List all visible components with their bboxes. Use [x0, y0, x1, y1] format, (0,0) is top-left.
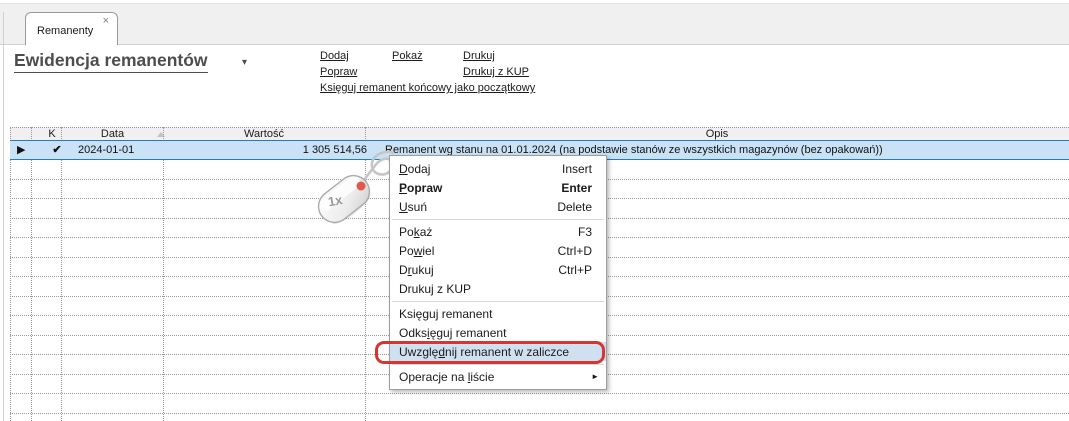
shortcut-label: F3: [577, 224, 592, 239]
shortcut-label: Enter: [561, 180, 592, 195]
tab-close-icon[interactable]: ×: [103, 16, 109, 27]
empty-row: [10, 394, 1069, 414]
link-ksieguj-koncowy[interactable]: Księguj remanent końcowy jako początkowy: [320, 82, 535, 94]
page-title[interactable]: Ewidencja remanentów: [14, 50, 208, 73]
menu-separator: [392, 300, 604, 302]
shortcut-label: Ctrl+P: [558, 262, 592, 277]
row-check-icon: ✔: [52, 144, 62, 156]
menu-separator: [392, 218, 604, 220]
tab-bar: [0, 3, 1069, 45]
link-pokaz[interactable]: Pokaż: [392, 50, 423, 62]
menu-item-odksieguj-remanent[interactable]: Odksięguj remanent: [390, 323, 606, 342]
menu-item-operacje-na-liscie[interactable]: Operacje na liście ►: [390, 367, 606, 386]
menu-separator: [392, 363, 604, 365]
title-dropdown-icon[interactable]: ▾: [242, 57, 247, 68]
link-drukuj-z-kup[interactable]: Drukuj z KUP: [463, 66, 529, 78]
menu-item-drukuj-z-kup[interactable]: Drukuj z KUP: [390, 279, 606, 298]
link-popraw[interactable]: Popraw: [320, 66, 357, 78]
panel-left-border: [3, 12, 4, 421]
menu-item-usun[interactable]: Usuń Delete: [390, 197, 606, 216]
shortcut-label: Ctrl+D: [557, 243, 592, 258]
menu-item-pokaz[interactable]: Pokaż F3: [390, 222, 606, 241]
cell-wartosc: 1 305 514,56: [302, 144, 367, 156]
menu-item-popraw[interactable]: Popraw Enter: [390, 178, 606, 197]
link-drukuj[interactable]: Drukuj: [463, 50, 495, 62]
cell-data: 2024-01-01: [78, 144, 135, 156]
menu-item-ksieguj-remanent[interactable]: Księguj remanent: [390, 304, 606, 323]
tab-remanenty[interactable]: Remanenty ×: [25, 12, 118, 45]
row-selector-icon: ▶: [17, 144, 26, 156]
table-header: K Data Wartość Opis: [10, 127, 1069, 140]
context-menu: Dodaj Insert Popraw Enter Usuń Delete Po…: [389, 155, 607, 390]
submenu-arrow-icon: ►: [591, 372, 599, 381]
menu-item-drukuj[interactable]: Drukuj Ctrl+P: [390, 260, 606, 279]
tab-label: Remanenty: [37, 25, 94, 37]
shortcut-label: Delete: [557, 199, 592, 214]
menu-item-uwzglednij-remanent-w-zaliczce[interactable]: Uwzględnij remanent w zaliczce: [390, 342, 606, 361]
app-window: Remanenty × Ewidencja remanentów ▾ Dodaj…: [0, 0, 1069, 421]
menu-item-powiel[interactable]: Powiel Ctrl+D: [390, 241, 606, 260]
menu-item-dodaj[interactable]: Dodaj Insert: [390, 159, 606, 178]
shortcut-label: Insert: [561, 161, 592, 176]
link-dodaj[interactable]: Dodaj: [320, 50, 349, 62]
